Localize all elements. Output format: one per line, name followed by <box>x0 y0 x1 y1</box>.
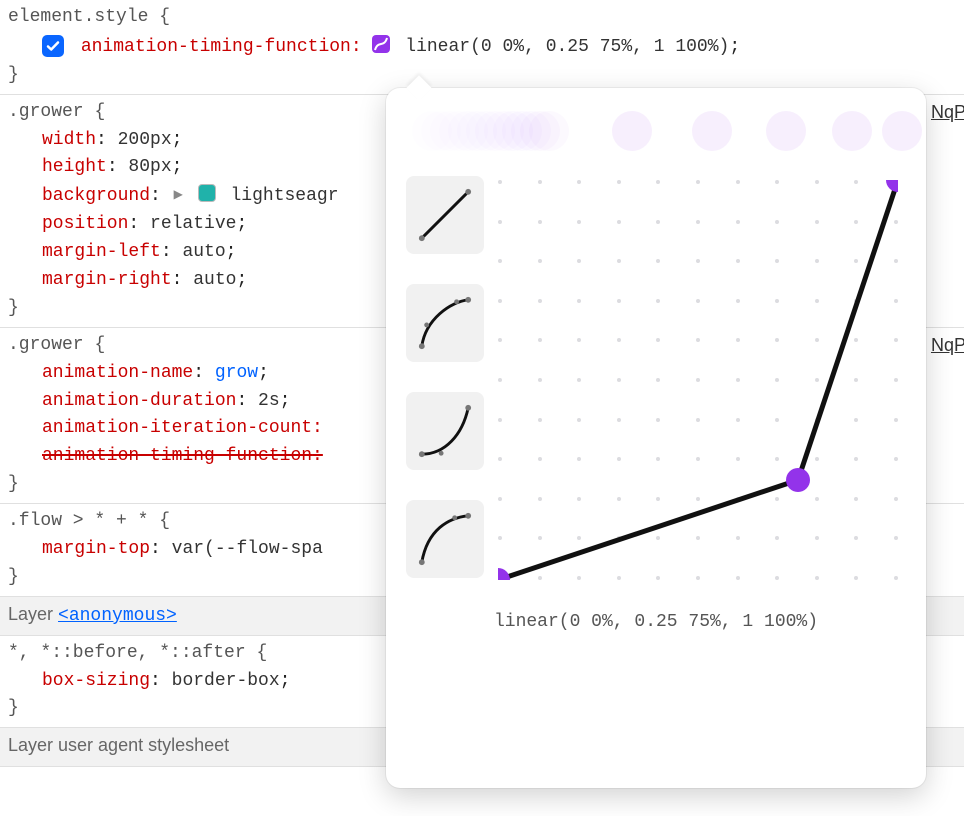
prop-name[interactable]: animation-iteration-count <box>42 418 312 438</box>
curve-control-point[interactable] <box>498 568 510 580</box>
color-swatch-icon[interactable] <box>198 184 216 202</box>
layer-link[interactable]: <anonymous> <box>58 606 177 626</box>
prop-name[interactable]: animation-duration <box>42 391 236 411</box>
rule-selector: .grower <box>8 335 84 355</box>
prop-name[interactable]: margin-right <box>42 270 172 290</box>
easing-presets-list <box>406 176 484 578</box>
rule-element-style: element.style { animation-timing-functio… <box>0 0 964 95</box>
easing-curve-editor[interactable] <box>498 180 898 580</box>
prop-value[interactable]: border-box <box>172 671 280 691</box>
easing-function-readout: linear(0 0%, 0.25 75%, 1 100%) <box>406 612 906 632</box>
preset-linear[interactable] <box>406 176 484 254</box>
preset-ease-out[interactable] <box>406 500 484 578</box>
rule-selector: *, *::before, *::after <box>8 643 246 663</box>
property-enabled-checkbox[interactable] <box>42 35 64 57</box>
prop-name[interactable]: margin-left <box>42 242 161 262</box>
prop-value[interactable]: grow <box>215 363 258 383</box>
easing-editor-popover: linear(0 0%, 0.25 75%, 1 100%) <box>386 88 926 788</box>
rule-selector: element.style <box>8 7 148 27</box>
layer-label: Layer <box>8 604 58 624</box>
easing-swatch-icon[interactable] <box>372 35 390 53</box>
prop-name[interactable]: position <box>42 214 128 234</box>
overridden-prop[interactable]: animation-timing-function <box>42 446 312 466</box>
prop-name[interactable]: width <box>42 130 96 150</box>
curve-control-point[interactable] <box>786 468 810 492</box>
prop-value[interactable]: 80px <box>128 157 171 177</box>
preset-ease-in[interactable] <box>406 392 484 470</box>
expand-shorthand-icon[interactable]: ▶ <box>174 186 183 205</box>
prop-value[interactable]: relative <box>150 214 236 234</box>
source-link[interactable]: NqP <box>931 332 964 360</box>
preset-ease[interactable] <box>406 284 484 362</box>
layer-label: Layer user agent stylesheet <box>8 735 229 755</box>
animation-preview-strip <box>412 108 906 154</box>
prop-value[interactable]: auto <box>182 242 225 262</box>
curve-control-point[interactable] <box>886 180 898 192</box>
prop-name[interactable]: box-sizing <box>42 671 150 691</box>
rule-selector: .grower <box>8 102 84 122</box>
prop-name[interactable]: animation-name <box>42 363 193 383</box>
rule-selector: .flow > * + * <box>8 511 148 531</box>
source-link[interactable]: NqP <box>931 99 964 127</box>
prop-value[interactable]: lightseagr <box>231 186 339 206</box>
brace-close: } <box>8 65 19 85</box>
prop-value[interactable]: 2s <box>258 391 280 411</box>
prop-name[interactable]: margin-top <box>42 539 150 559</box>
prop-value[interactable]: linear(0 0%, 0.25 75%, 1 100%) <box>405 37 729 57</box>
prop-value[interactable]: var(--flow-spa <box>172 539 323 559</box>
prop-name[interactable]: animation-timing-function <box>81 37 351 57</box>
prop-name[interactable]: height <box>42 157 107 177</box>
brace-open: { <box>159 7 170 27</box>
prop-name[interactable]: background <box>42 186 150 206</box>
prop-value[interactable]: auto <box>193 270 236 290</box>
prop-value[interactable]: 200px <box>118 130 172 150</box>
